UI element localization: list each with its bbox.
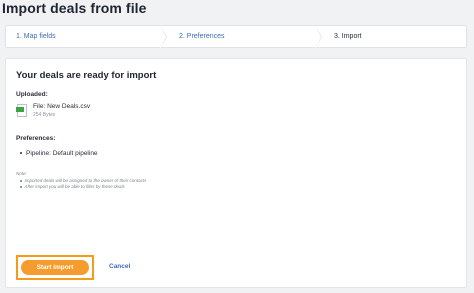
cancel-link[interactable]: Cancel xyxy=(109,263,130,270)
bullet-icon xyxy=(20,186,22,188)
uploaded-file: File: New Deals.csv 254 Bytes xyxy=(16,103,91,118)
import-stepper: 1. Map fields 2. Preferences 3. Import xyxy=(5,25,467,49)
preferences-label: Preferences: xyxy=(16,135,56,142)
page-title: Import deals from file xyxy=(2,0,147,16)
start-import-button[interactable]: Start import xyxy=(21,260,89,275)
uploaded-label: Uploaded: xyxy=(16,91,48,98)
step-label: 3. Import xyxy=(334,33,362,40)
import-deals-page: Import deals from file 1. Map fields 2. … xyxy=(0,0,474,293)
note-item: After import you will be able to filter … xyxy=(20,184,125,189)
file-size: 254 Bytes xyxy=(33,112,56,118)
step-label: 2. Preferences xyxy=(179,33,225,40)
note-item: Imported deals will be assigned to the o… xyxy=(20,178,146,183)
preference-item: Pipeline: Default pipeline xyxy=(20,150,98,157)
import-summary-card: Your deals are ready for import Uploaded… xyxy=(5,58,467,288)
csv-file-icon xyxy=(16,104,27,117)
card-title: Your deals are ready for import xyxy=(16,70,157,81)
bullet-icon xyxy=(20,152,22,155)
step-import: 3. Import xyxy=(316,26,466,47)
bullet-icon xyxy=(20,180,22,182)
file-name: File: New Deals.csv xyxy=(33,103,91,110)
step-map-fields[interactable]: 1. Map fields xyxy=(6,25,167,49)
note-label: Note: xyxy=(16,171,27,176)
step-label: 1. Map fields xyxy=(16,33,56,40)
step-preferences[interactable]: 2. Preferences xyxy=(161,25,322,49)
